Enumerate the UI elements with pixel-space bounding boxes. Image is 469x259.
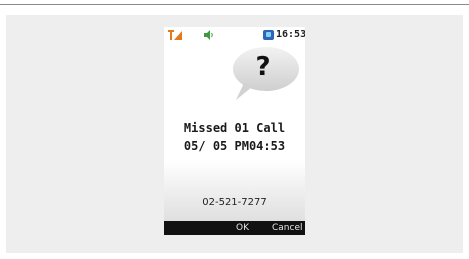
signal-strength-icon [168, 30, 182, 40]
missed-call-datetime: 05/ 05 PM04:53 [183, 139, 286, 153]
clock: 16:53 [276, 29, 305, 40]
cancel-softkey[interactable]: Cancel [272, 222, 303, 234]
softkey-bar: OK Cancel [164, 221, 305, 235]
top-divider [0, 4, 469, 5]
status-bar: 16:53 [164, 27, 305, 43]
ok-softkey[interactable]: OK [236, 222, 249, 234]
phone-screen: 16:53 ? Missed 01 Call 05/ 05 PM04:53 02… [164, 27, 305, 235]
missed-call-icon-glyph: ? [255, 52, 271, 82]
caller-number: 02-521-7277 [202, 197, 267, 208]
phone-app-icon [263, 30, 274, 40]
missed-call-title: Missed 01 Call [183, 121, 286, 135]
speaker-icon [204, 30, 213, 40]
